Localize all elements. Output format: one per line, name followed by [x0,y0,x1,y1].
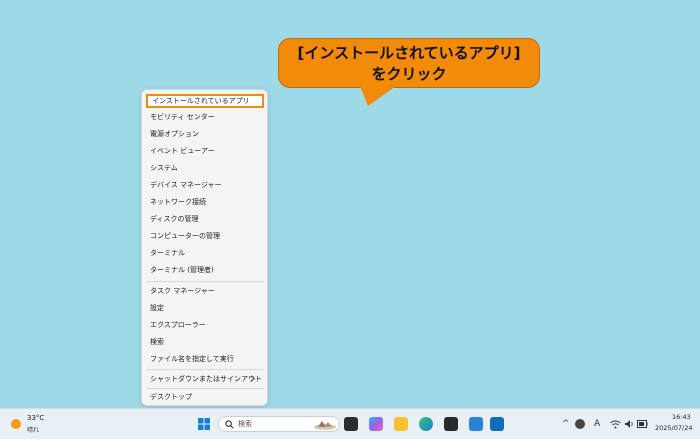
menu-item-shutdown[interactable]: シャットダウンまたはサインアウト > [146,372,264,386]
menu-item-label: デスクトップ [150,393,192,401]
snipping-tool-icon[interactable] [444,417,458,431]
menu-separator [146,388,264,389]
menu-item-label: モビリティ センター [150,113,215,121]
menu-separator [146,369,264,370]
edge-browser-icon[interactable] [419,417,433,431]
menu-item-power-options[interactable]: 電源オプション [146,127,264,141]
menu-item-label: 電源オプション [150,130,199,138]
menu-item-label: インストールされているアプリ [152,97,250,105]
callout-line-1: [インストールされているアプリ] [297,44,521,62]
clock-date[interactable]: 2025/07/24 [655,424,692,432]
menu-item-label: イベント ビューアー [150,147,215,155]
taskbar: 33°C 晴れ 検索 ^ A 16:43 2025/07/24 [0,408,700,439]
wifi-icon[interactable] [610,420,621,429]
task-view-icon[interactable] [344,417,358,431]
menu-item-network-connections[interactable]: ネットワーク接続 [146,195,264,209]
volume-icon[interactable] [624,419,634,429]
search-highlight-icon [314,421,336,430]
battery-icon[interactable] [637,420,648,428]
menu-item-label: シャットダウンまたはサインアウト [150,375,262,383]
taskbar-search[interactable]: 検索 [218,416,340,432]
menu-item-label: システム [150,164,178,172]
menu-item-device-manager[interactable]: デバイス マネージャー [146,178,264,192]
menu-item-label: エクスプローラー [150,321,206,329]
menu-item-terminal-admin[interactable]: ターミナル (管理者) [146,263,264,277]
sun-icon [11,419,21,429]
tray-chevron-icon[interactable]: ^ [562,417,570,431]
app-icon[interactable] [469,417,483,431]
search-icon [225,420,234,429]
menu-item-desktop[interactable]: デスクトップ [146,390,264,404]
weather-condition: 晴れ [27,427,40,434]
menu-item-label: ターミナル [150,249,185,257]
ime-indicator[interactable]: A [594,417,600,431]
menu-item-label: ファイル名を指定して実行 [150,355,234,363]
menu-item-label: 検索 [150,338,164,346]
menu-item-settings[interactable]: 設定 [146,301,264,315]
menu-item-label: タスク マネージャー [150,287,215,295]
windows-start-icon[interactable] [198,418,210,430]
chevron-right-icon: > [250,375,256,383]
menu-item-explorer[interactable]: エクスプローラー [146,318,264,332]
menu-item-computer-management[interactable]: コンピューターの管理 [146,229,264,243]
instruction-callout: [インストールされているアプリ] をクリック [278,38,540,88]
outlook-icon[interactable] [490,417,504,431]
menu-item-event-viewer[interactable]: イベント ビューアー [146,144,264,158]
menu-separator [146,281,264,282]
menu-item-installed-apps[interactable]: インストールされているアプリ [146,94,264,108]
onedrive-icon[interactable] [575,419,585,429]
file-explorer-icon[interactable] [394,417,408,431]
menu-item-label: ネットワーク接続 [150,198,206,206]
menu-item-label: 設定 [150,304,164,312]
menu-item-label: ターミナル (管理者) [150,266,214,274]
menu-item-disk-management[interactable]: ディスクの管理 [146,212,264,226]
copilot-icon[interactable] [369,417,383,431]
clock-time[interactable]: 16:43 [672,413,691,421]
menu-item-search[interactable]: 検索 [146,335,264,349]
menu-item-label: ディスクの管理 [150,215,199,223]
winx-context-menu: インストールされているアプリ モビリティ センター 電源オプション イベント ビ… [141,89,268,406]
search-placeholder: 検索 [238,420,252,428]
callout-line-2: をクリック [371,65,447,83]
menu-item-label: コンピューターの管理 [150,232,220,240]
callout-tail [360,86,396,106]
menu-item-terminal[interactable]: ターミナル [146,246,264,260]
menu-item-mobility-center[interactable]: モビリティ センター [146,110,264,124]
menu-item-label: デバイス マネージャー [150,181,222,189]
menu-item-task-manager[interactable]: タスク マネージャー [146,284,264,298]
menu-item-run[interactable]: ファイル名を指定して実行 [146,352,264,366]
weather-temp: 33°C [27,414,45,422]
menu-item-system[interactable]: システム [146,161,264,175]
